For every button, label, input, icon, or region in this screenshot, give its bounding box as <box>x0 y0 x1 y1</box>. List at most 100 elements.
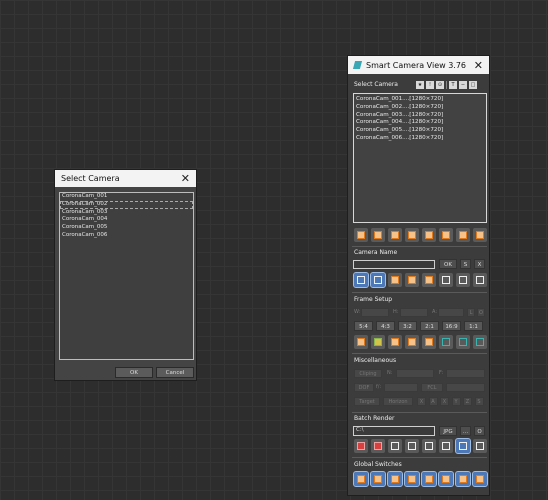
frame-tool-button[interactable] <box>405 273 419 287</box>
grid-tool-button[interactable] <box>405 335 419 349</box>
frame-tool-button[interactable] <box>456 273 470 287</box>
camera-list-item[interactable]: CoronaCam_002 <box>60 200 193 209</box>
fcl-button[interactable]: FCL <box>421 383 443 392</box>
info-icon[interactable]: ! <box>426 81 434 89</box>
camera-list-item[interactable]: CoronaCam_005....[1280×720] <box>356 127 484 135</box>
camera-tool-button[interactable] <box>354 228 368 242</box>
open-folder-button[interactable]: O <box>474 426 485 436</box>
camera-name-ok-button[interactable]: OK <box>439 259 457 269</box>
camera-list-item[interactable]: CoronaCam_004....[1280×720] <box>356 119 484 127</box>
browse-button[interactable]: ... <box>460 426 471 436</box>
frame-tool-button[interactable] <box>439 273 453 287</box>
render-tool-button[interactable] <box>422 439 436 453</box>
frame-tool-button[interactable] <box>422 273 436 287</box>
global-switch-button[interactable] <box>472 471 488 487</box>
grid-tool-button[interactable] <box>371 335 385 349</box>
dof-button[interactable]: DOF <box>354 383 374 392</box>
global-switch-button[interactable] <box>404 471 420 487</box>
cancel-button[interactable]: Cancel <box>156 367 194 378</box>
ratio-button[interactable]: 1:1 <box>464 321 483 331</box>
camera-list-item[interactable]: CoronaCam_002....[1280×720] <box>356 104 484 112</box>
global-switch-button[interactable] <box>421 471 437 487</box>
global-switch-button[interactable] <box>353 471 369 487</box>
camera-tool-button[interactable] <box>388 228 402 242</box>
format-button[interactable]: JPG <box>439 426 457 436</box>
render-tool-button[interactable] <box>354 439 368 453</box>
frame-tool-button[interactable] <box>370 272 386 288</box>
render-tool-button[interactable] <box>371 439 385 453</box>
axis-button[interactable]: Y <box>451 397 461 406</box>
camera-tool-button[interactable] <box>473 228 487 242</box>
grid-tool-button[interactable] <box>354 335 368 349</box>
global-switch-button[interactable] <box>370 471 386 487</box>
ratio-button[interactable]: 2:1 <box>420 321 439 331</box>
global-switch-button[interactable] <box>455 471 471 487</box>
global-switch-button[interactable] <box>387 471 403 487</box>
render-tool-button[interactable] <box>473 439 487 453</box>
ratio-button[interactable]: 3:2 <box>398 321 417 331</box>
render-tool-button[interactable] <box>405 439 419 453</box>
camera-tool-button[interactable] <box>439 228 453 242</box>
output-path-input[interactable]: C:\ <box>353 426 435 436</box>
dialog-titlebar[interactable]: Select Camera ✕ <box>55 170 196 187</box>
camera-list-item[interactable]: CoronaCam_004 <box>60 216 193 224</box>
clipping-button[interactable]: Cliping <box>354 369 382 378</box>
width-field[interactable] <box>361 308 389 317</box>
minimize-icon[interactable]: − <box>459 81 467 89</box>
camera-tool-button[interactable] <box>405 228 419 242</box>
grid-tool-button[interactable] <box>422 335 436 349</box>
axis-button[interactable]: Z <box>463 397 472 406</box>
camera-list-item[interactable]: CoronaCam_003....[1280×720] <box>356 112 484 120</box>
ratio-button[interactable]: 5:4 <box>354 321 373 331</box>
axis-button[interactable]: X <box>440 397 449 406</box>
far-field[interactable] <box>446 369 485 378</box>
frame-tool-button[interactable] <box>388 273 402 287</box>
target-button[interactable]: Target <box>354 397 380 406</box>
orientation-button[interactable]: O <box>477 308 485 317</box>
camera-tool-button[interactable] <box>422 228 436 242</box>
camera-list-item[interactable]: CoronaCam_006....[1280×720] <box>356 135 484 143</box>
lock-button[interactable]: L <box>467 308 475 317</box>
camera-list-item[interactable]: CoronaCam_001....[1280×720] <box>356 96 484 104</box>
camera-name-s-button[interactable]: S <box>460 259 471 269</box>
near-field[interactable] <box>396 369 434 378</box>
camera-tool-button[interactable] <box>456 228 470 242</box>
favorite-icon[interactable]: ★ <box>416 81 424 89</box>
camera-list-item[interactable]: CoronaCam_006 <box>60 232 193 240</box>
text-icon[interactable]: T <box>449 81 457 89</box>
frame-tool-button[interactable] <box>473 273 487 287</box>
grid-tool-button[interactable] <box>473 335 487 349</box>
close-icon[interactable]: ✕ <box>181 172 190 185</box>
aspect-field[interactable] <box>438 308 464 317</box>
close-icon[interactable]: ✕ <box>474 59 483 72</box>
horizon-button[interactable]: Horizon <box>383 397 413 406</box>
fcl-field[interactable] <box>446 383 485 392</box>
camera-list-item[interactable]: CoronaCam_003 <box>60 209 193 217</box>
axis-button[interactable]: A <box>428 397 438 406</box>
maximize-icon[interactable]: □ <box>469 81 477 89</box>
ok-button[interactable]: OK <box>115 367 153 378</box>
camera-list[interactable]: CoronaCam_001 CoronaCam_002 CoronaCam_003 C… <box>59 192 194 360</box>
camera-list[interactable]: CoronaCam_001....[1280×720] CoronaCam_002… <box>353 93 487 223</box>
grid-tool-button[interactable] <box>388 335 402 349</box>
fstop-field[interactable] <box>384 383 418 392</box>
ratio-button[interactable]: 4:3 <box>376 321 395 331</box>
camera-list-item[interactable]: CoronaCam_005 <box>60 224 193 232</box>
target-icon[interactable]: ⊙ <box>436 81 444 89</box>
height-field[interactable] <box>400 308 428 317</box>
camera-name-input[interactable] <box>353 260 435 269</box>
grid-tool-button[interactable] <box>439 335 453 349</box>
panel-titlebar[interactable]: Smart Camera View 3.76 ✕ <box>348 56 489 74</box>
ratio-button[interactable]: 16:9 <box>442 321 461 331</box>
camera-tool-button[interactable] <box>371 228 385 242</box>
camera-name-x-button[interactable]: X <box>474 259 485 269</box>
render-tool-button[interactable] <box>439 439 453 453</box>
axis-button[interactable]: S <box>474 397 484 406</box>
render-tool-button[interactable] <box>455 438 471 454</box>
frame-tool-button[interactable] <box>353 272 369 288</box>
camera-list-item[interactable]: CoronaCam_001 <box>60 193 193 201</box>
grid-tool-button[interactable] <box>456 335 470 349</box>
render-tool-button[interactable] <box>388 439 402 453</box>
axis-button[interactable]: X <box>417 397 426 406</box>
global-switch-button[interactable] <box>438 471 454 487</box>
